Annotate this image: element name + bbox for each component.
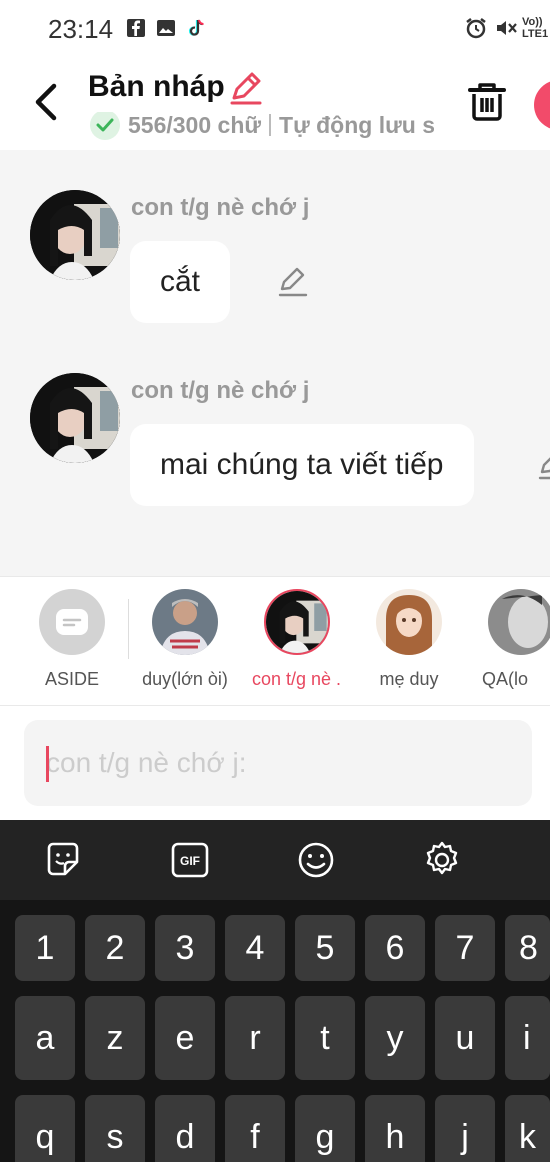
word-count: 556/300 chữ: [128, 112, 262, 139]
character-me-duy[interactable]: mẹ duy: [364, 589, 454, 690]
key-5[interactable]: 5: [295, 915, 355, 981]
aside-avatar: [39, 589, 105, 655]
character-name: con t/g nè ...: [252, 669, 342, 689]
key-i[interactable]: i: [505, 996, 550, 1080]
alarm-icon: [466, 18, 486, 39]
character-author[interactable]: con t/g nè ...: [252, 589, 342, 690]
character-name: duy(lớn òi): [142, 669, 228, 689]
author-avatar[interactable]: [30, 373, 120, 463]
author-avatar[interactable]: [30, 190, 120, 280]
character-divider: [128, 599, 129, 659]
key-7[interactable]: 7: [435, 915, 495, 981]
keyboard: 1 2 3 4 5 6 7 8 a z e r t y u i q s d f …: [0, 900, 550, 1162]
key-j[interactable]: j: [435, 1095, 495, 1162]
trash-icon[interactable]: [468, 82, 506, 122]
key-r[interactable]: r: [225, 996, 285, 1080]
character-name: mẹ duy: [379, 669, 439, 689]
text-caret: [46, 746, 49, 782]
settings-gear-icon[interactable]: [422, 840, 462, 880]
message-bubble[interactable]: mai chúng ta viết tiếp: [130, 424, 474, 506]
edit-message-icon[interactable]: [538, 450, 550, 480]
key-4[interactable]: 4: [225, 915, 285, 981]
gif-icon[interactable]: GIF: [170, 840, 210, 880]
key-t[interactable]: t: [295, 996, 355, 1080]
character-avatar: [488, 589, 550, 655]
character-name: QA(lo: [482, 669, 529, 689]
autosave-text: Tự động lưu s: [279, 112, 434, 139]
sticker-icon[interactable]: [43, 840, 83, 880]
page-title: Bản nháp: [88, 70, 225, 103]
key-8[interactable]: 8: [505, 915, 550, 981]
key-h[interactable]: h: [365, 1095, 425, 1162]
character-avatar: [376, 589, 442, 655]
tiktok-icon: [188, 19, 204, 36]
screen: 23:14 Vo)) LTE1 Bản nháp 556/300 chữ Tự …: [0, 0, 550, 1162]
svg-text:GIF: GIF: [180, 854, 200, 868]
character-aside[interactable]: ASIDE: [27, 589, 117, 690]
gallery-icon: [157, 20, 175, 36]
key-2[interactable]: 2: [85, 915, 145, 981]
sender-name: con t/g nè chớ j: [131, 377, 310, 404]
edit-title-icon[interactable]: [228, 72, 264, 106]
key-z[interactable]: z: [85, 996, 145, 1080]
key-1[interactable]: 1: [15, 915, 75, 981]
composer: con t/g nè chớ j:: [0, 706, 550, 820]
key-6[interactable]: 6: [365, 915, 425, 981]
save-status: 556/300 chữ Tự động lưu s: [90, 112, 434, 142]
status-time: 23:14: [48, 14, 114, 44]
key-d[interactable]: d: [155, 1095, 215, 1162]
edit-message-icon[interactable]: [278, 267, 308, 297]
status-bar: 23:14 Vo)) LTE1: [0, 0, 550, 58]
saved-check-icon: [90, 112, 120, 140]
back-arrow-icon[interactable]: [30, 82, 62, 122]
network-indicator: Vo)) LTE1: [522, 16, 549, 40]
publish-button[interactable]: [534, 80, 550, 130]
keyboard-toolbar: GIF: [0, 820, 550, 900]
app-header: Bản nháp 556/300 chữ Tự động lưu s: [0, 58, 550, 150]
message-input[interactable]: con t/g nè chớ j:: [24, 720, 532, 806]
emoji-icon[interactable]: [296, 840, 336, 880]
separator: [269, 114, 272, 136]
key-q[interactable]: q: [15, 1095, 75, 1162]
chat-area: con t/g nè chớ j cắt con t/g nè chớ j ma…: [0, 150, 550, 576]
key-3[interactable]: 3: [155, 915, 215, 981]
character-duy[interactable]: duy(lớn òi): [140, 589, 230, 690]
key-g[interactable]: g: [295, 1095, 355, 1162]
mute-icon: [497, 21, 517, 35]
key-a[interactable]: a: [15, 996, 75, 1080]
sender-name: con t/g nè chớ j: [131, 194, 310, 221]
key-s[interactable]: s: [85, 1095, 145, 1162]
character-avatar: [264, 589, 330, 655]
message-bubble[interactable]: cắt: [130, 241, 231, 323]
key-f[interactable]: f: [225, 1095, 285, 1162]
input-placeholder: con t/g nè chớ j:: [46, 747, 247, 778]
key-k[interactable]: k: [505, 1095, 550, 1162]
key-u[interactable]: u: [435, 996, 495, 1080]
key-e[interactable]: e: [155, 996, 215, 1080]
character-selector: ASIDE duy(lớn òi) con t/g nè ... mẹ duy …: [0, 576, 550, 706]
key-y[interactable]: y: [365, 996, 425, 1080]
facebook-icon: [127, 19, 145, 37]
character-qa[interactable]: QA(lo: [476, 589, 550, 690]
character-avatar: [152, 589, 218, 655]
aside-icon: [56, 609, 88, 635]
character-name: ASIDE: [44, 669, 100, 689]
